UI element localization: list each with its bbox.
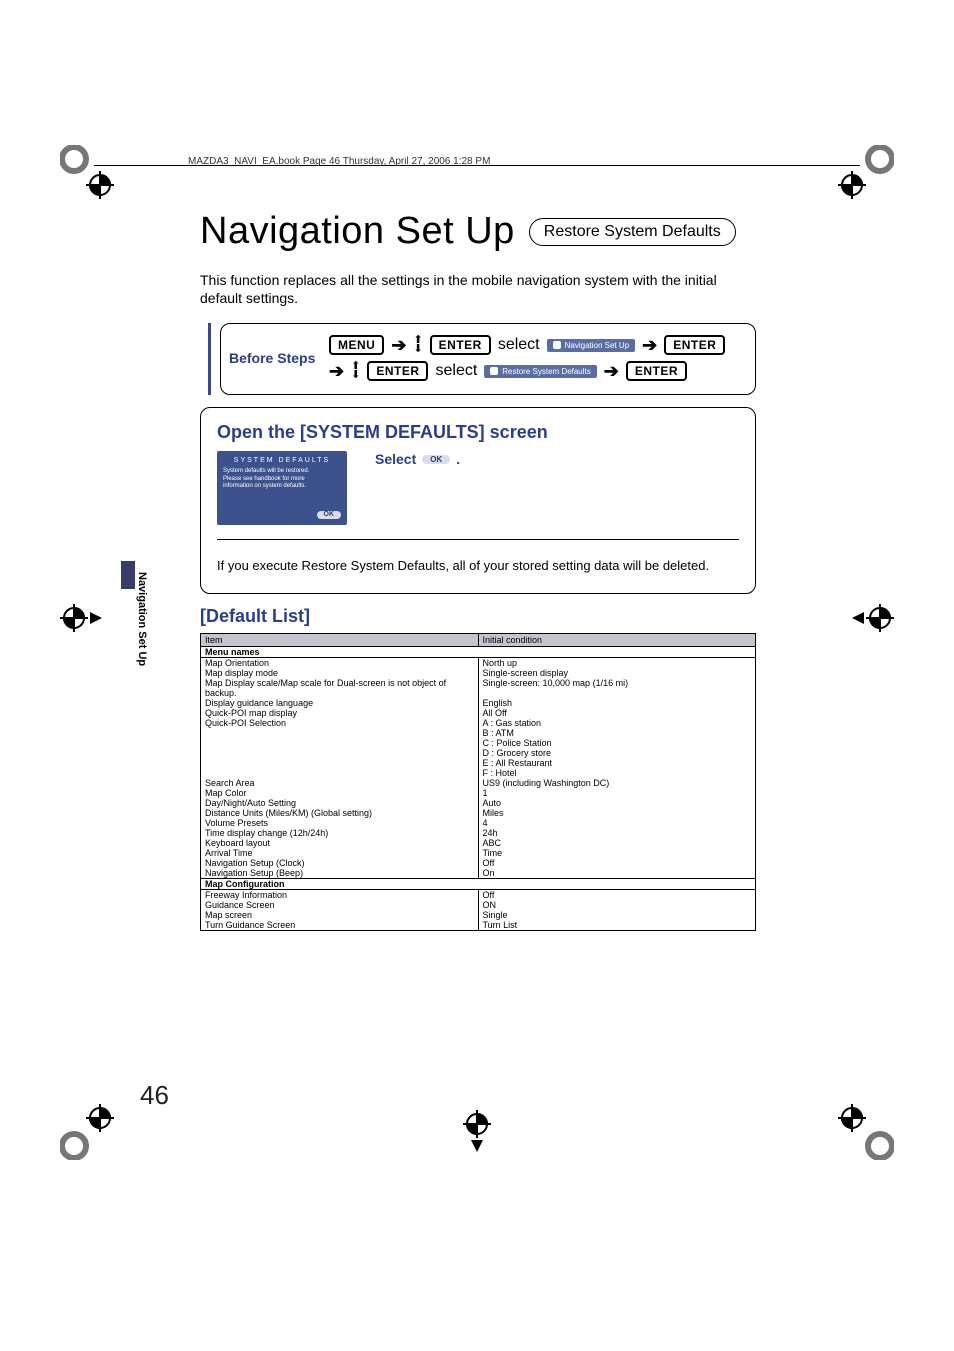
nav-setup-chip: Navigation Set Up — [547, 339, 635, 352]
registration-mark-bottom-left — [60, 1100, 120, 1160]
header-filename: MAZDA3_NAVI_EA.book Page 46 Thursday, Ap… — [188, 156, 490, 167]
table-row: Distance Units (Miles/KM) (Global settin… — [201, 808, 756, 818]
table-row: Display guidance languageEnglish — [201, 698, 756, 708]
registration-mark-top-left — [60, 145, 120, 205]
table-row: F : Hotel — [201, 768, 756, 778]
table-row: Arrival TimeTime — [201, 848, 756, 858]
before-steps-box: Before Steps MENU ➔ ⬆⬇ ENTER select Navi… — [220, 323, 756, 395]
mock-line-3: information on system defaults. — [223, 483, 341, 491]
registration-mark-bottom-center — [455, 1110, 499, 1154]
default-list-table: Item Initial condition Menu namesMap Ori… — [200, 633, 756, 931]
table-row: Navigation Setup (Clock)Off — [201, 858, 756, 868]
warning-text: If you execute Restore System Defaults, … — [217, 558, 739, 573]
table-row: Turn Guidance ScreenTurn List — [201, 920, 756, 931]
open-heading: Open the [SYSTEM DEFAULTS] screen — [217, 422, 739, 443]
system-defaults-box: Open the [SYSTEM DEFAULTS] screen SYSTEM… — [200, 407, 756, 594]
arrow-right-icon: ➔ — [329, 362, 344, 380]
subtitle-pill: Restore System Defaults — [529, 218, 736, 246]
period: . — [456, 451, 460, 467]
mock-line-2: Please see handbook for more — [223, 476, 341, 484]
step-row-1: MENU ➔ ⬆⬇ ENTER select Navigation Set Up… — [329, 332, 747, 358]
registration-mark-mid-right — [850, 604, 894, 632]
updown-arrow-icon: ⬆⬇ — [413, 336, 422, 355]
before-steps-accent — [208, 323, 211, 395]
table-row: Quick-POI map displayAll Off — [201, 708, 756, 718]
registration-mark-top-right — [834, 145, 894, 205]
table-row: E : All Restaurant — [201, 758, 756, 768]
table-row: Search AreaUS9 (including Washington DC) — [201, 778, 756, 788]
mock-ok-button: OK — [317, 511, 342, 520]
table-row: Navigation Setup (Beep)On — [201, 868, 756, 879]
table-row: Day/Night/Auto SettingAuto — [201, 798, 756, 808]
before-steps-label: Before Steps — [229, 350, 329, 366]
table-row: Map Display scale/Map scale for Dual-scr… — [201, 678, 756, 698]
select-label: select — [498, 336, 540, 354]
table-row: Time display change (12h/24h)24h — [201, 828, 756, 838]
enter-key: ENTER — [664, 335, 725, 355]
table-row: Guidance ScreenON — [201, 900, 756, 910]
arrow-right-icon: ➔ — [642, 336, 657, 354]
restore-chip: Restore System Defaults — [484, 365, 596, 378]
page-number: 46 — [140, 1080, 169, 1111]
arrow-right-icon: ➔ — [604, 362, 619, 380]
enter-key: ENTER — [430, 335, 491, 355]
table-row: Map screenSingle — [201, 910, 756, 920]
table-row: C : Police Station — [201, 738, 756, 748]
mock-title: SYSTEM DEFAULTS — [223, 457, 341, 468]
registration-mark-bottom-right — [834, 1100, 894, 1160]
intro-paragraph: This function replaces all the settings … — [200, 271, 756, 307]
mock-line-1: System defaults will be restored. — [223, 468, 341, 476]
table-row: Map Color1 — [201, 788, 756, 798]
wrench-icon — [553, 341, 561, 349]
table-row: Map display modeSingle-screen display — [201, 668, 756, 678]
menu-key: MENU — [329, 335, 384, 355]
table-section-row: Menu names — [201, 647, 756, 658]
side-tab-marker — [121, 561, 135, 589]
arrow-right-icon: ➔ — [391, 336, 406, 354]
table-row: D : Grocery store — [201, 748, 756, 758]
page-title: Navigation Set Up — [200, 210, 515, 253]
select-word: Select — [375, 451, 416, 467]
registration-mark-mid-left — [60, 604, 104, 632]
enter-key: ENTER — [367, 361, 428, 381]
table-row: Freeway InformationOff — [201, 890, 756, 901]
table-section-row: Map Configuration — [201, 879, 756, 890]
step-row-2: ➔ ⬆⬇ ENTER select Restore System Default… — [329, 358, 747, 384]
table-row: Quick-POI SelectionA : Gas station — [201, 718, 756, 728]
default-list-heading: [Default List] — [200, 606, 756, 627]
side-tab-label: Navigation Set Up — [136, 572, 148, 666]
select-ok-instruction: Select OK . — [375, 451, 460, 467]
table-row: Keyboard layoutABC — [201, 838, 756, 848]
screen-mock: SYSTEM DEFAULTS System defaults will be … — [217, 451, 347, 525]
restore-icon — [490, 367, 498, 375]
table-head-item: Item — [201, 634, 479, 647]
table-head-condition: Initial condition — [478, 634, 756, 647]
table-row: Volume Presets4 — [201, 818, 756, 828]
table-row: Map OrientationNorth up — [201, 658, 756, 669]
table-row: B : ATM — [201, 728, 756, 738]
updown-arrow-icon: ⬆⬇ — [351, 362, 360, 381]
select-label: select — [435, 362, 477, 380]
enter-key: ENTER — [626, 361, 687, 381]
ok-chip: OK — [422, 455, 450, 464]
